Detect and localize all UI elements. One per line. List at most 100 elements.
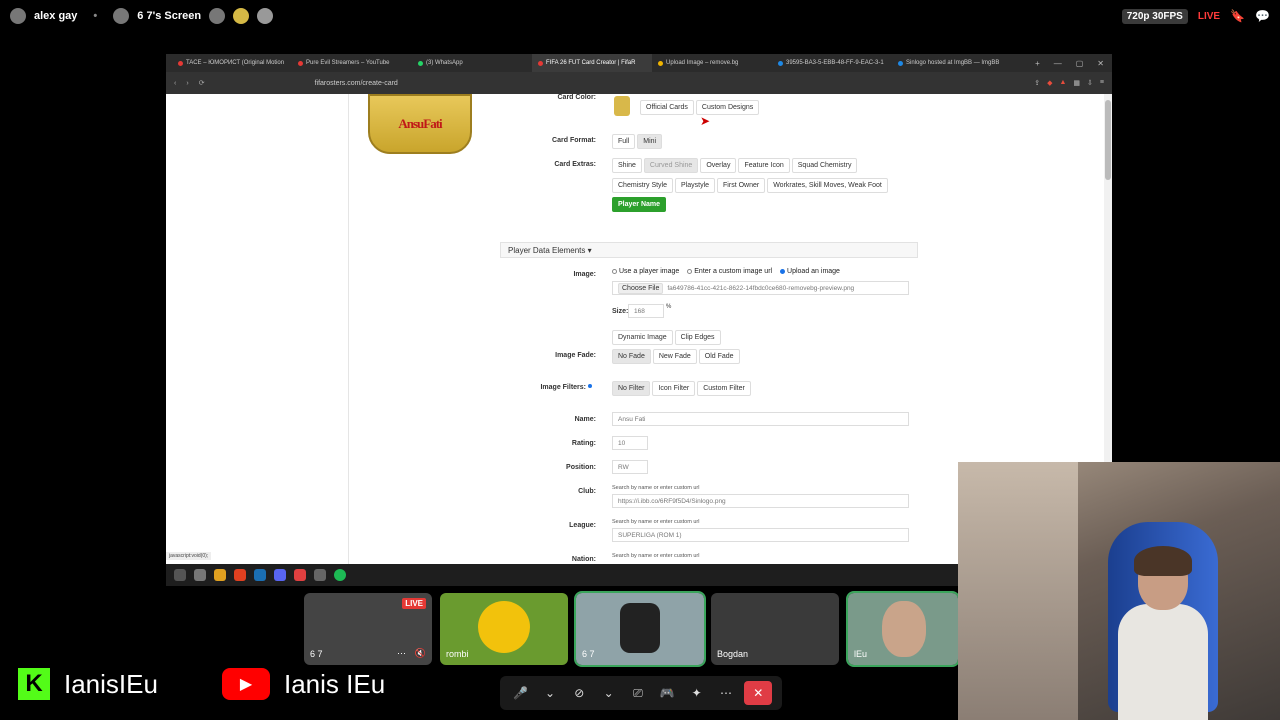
browser-tab[interactable]: (3) WhatsApp: [412, 54, 532, 72]
radio-icon: [612, 269, 617, 274]
brave-browser-icon[interactable]: [234, 569, 246, 581]
reload-icon[interactable]: ⟳: [199, 79, 205, 87]
extensions-icon[interactable]: ▦: [1073, 79, 1080, 87]
camera-off-icon[interactable]: ⊘: [568, 686, 590, 700]
divider: [348, 94, 349, 564]
participant-tile-screen[interactable]: LIVE 6 7 ⋯ 🔇: [304, 593, 432, 665]
file-name: fa649786-41cc-421c-8622-14fbdc0ce680-rem…: [667, 284, 855, 292]
bookmark-icon[interactable]: 🔖: [1230, 9, 1245, 23]
card-format-label: Card Format:: [552, 137, 596, 144]
menu-icon[interactable]: ≡: [1100, 79, 1104, 87]
file-upload-field[interactable]: Choose File fa649786-41cc-421c-8622-14fb…: [612, 281, 909, 295]
card-extras-label: Card Extras:: [554, 161, 596, 168]
official-cards-button[interactable]: Official Cards: [640, 100, 694, 115]
discord-icon[interactable]: [274, 569, 286, 581]
old-fade-button[interactable]: Old Fade: [698, 349, 740, 364]
streamer: [1118, 546, 1208, 720]
extra-workrates-button[interactable]: Workrates, Skill Moves, Weak Foot: [767, 178, 888, 193]
back-icon[interactable]: ‹: [174, 80, 176, 87]
browser-tab[interactable]: Sinlogo hosted at ImgBB — ImgBB: [892, 54, 1012, 72]
activity-icon[interactable]: 🎮: [656, 686, 678, 700]
extra-overlay-button[interactable]: Overlay: [700, 158, 737, 173]
screen-share-icon[interactable]: ⎚: [627, 686, 649, 701]
steam-icon[interactable]: [254, 569, 266, 581]
extra-chemistry-style-button[interactable]: Chemistry Style: [612, 178, 674, 193]
card-color-swatch[interactable]: [614, 96, 630, 116]
extra-feature-icon-button[interactable]: Feature Icon: [738, 158, 790, 173]
choose-file-button[interactable]: Choose File: [618, 282, 664, 294]
app-icon[interactable]: [294, 569, 306, 581]
file-explorer-icon[interactable]: [214, 569, 226, 581]
participant-tile[interactable]: Bogdan: [711, 593, 839, 665]
participant-name: 6 7: [310, 649, 323, 659]
tab-favicon-icon: [178, 60, 183, 66]
participant-tile[interactable]: 6 7: [574, 591, 706, 667]
format-mini-button[interactable]: Mini: [637, 134, 663, 149]
player-name-button[interactable]: Player Name: [612, 197, 667, 212]
extra-first-owner-button[interactable]: First Owner: [717, 178, 766, 193]
position-input[interactable]: RW: [612, 460, 648, 474]
extra-squad-chemistry-button[interactable]: Squad Chemistry: [791, 158, 858, 173]
browser-tab-active[interactable]: FIFA 26 FUT Card Creator | FifaR: [532, 54, 652, 72]
club-input[interactable]: https://i.ibb.co/6RF9f5D4/Sinlogo.png: [612, 494, 909, 508]
soundboard-icon[interactable]: ✦: [686, 686, 708, 700]
no-fade-button[interactable]: No Fade: [612, 349, 651, 364]
tab-favicon-icon: [658, 60, 663, 66]
download-icon[interactable]: ⇩: [1087, 79, 1093, 87]
url-field[interactable]: fifarosters.com/create-card: [315, 80, 398, 87]
extra-playstyle-button[interactable]: Playstyle: [675, 178, 716, 193]
mute-icon[interactable]: 🔇: [415, 648, 426, 659]
custom-filter-button[interactable]: Custom Filter: [697, 381, 751, 396]
icon-filter-button[interactable]: Icon Filter: [652, 381, 696, 396]
rewards-icon[interactable]: ▲: [1059, 79, 1066, 87]
forward-icon[interactable]: ›: [186, 80, 188, 87]
no-filter-button[interactable]: No Filter: [612, 381, 651, 396]
browser-tab[interactable]: Pure Evil Streamers – YouTube: [292, 54, 412, 72]
info-icon[interactable]: [588, 384, 592, 388]
browser-tab[interactable]: 39595-BA3-5-EBB-48-FF-9-EAC-3-1: [772, 54, 892, 72]
chat-icon[interactable]: 💬: [1255, 9, 1270, 23]
maximize-icon[interactable]: ▢: [1076, 59, 1084, 68]
viewer-avatar: [257, 8, 274, 24]
tab-favicon-icon: [298, 60, 303, 66]
format-full-button[interactable]: Full: [612, 134, 636, 149]
spotify-icon[interactable]: [334, 569, 346, 581]
new-tab-icon[interactable]: +: [1035, 59, 1040, 68]
brave-shield-icon[interactable]: ◆: [1047, 79, 1052, 87]
league-input[interactable]: SUPERLIGA (ROM 1): [612, 528, 909, 542]
radio-upload-image[interactable]: Upload an image: [780, 268, 840, 275]
rating-input[interactable]: 10: [612, 436, 648, 450]
dynamic-image-button[interactable]: Dynamic Image: [612, 330, 673, 345]
size-input[interactable]: 168: [628, 304, 664, 318]
browser-tab[interactable]: TACE – ЮМОРИСТ (Original Motion: [172, 54, 292, 72]
image-label: Image:: [573, 271, 596, 278]
new-fade-button[interactable]: New Fade: [652, 349, 697, 364]
stop-stream-icon[interactable]: ✕: [744, 681, 773, 705]
extra-curved-shine-button[interactable]: Curved Shine: [643, 158, 699, 173]
start-icon[interactable]: [174, 569, 186, 581]
more-icon[interactable]: ⋯: [715, 686, 737, 700]
microphone-icon[interactable]: 🎤: [510, 686, 532, 700]
clip-edges-button[interactable]: Clip Edges: [674, 330, 721, 345]
participant-tile[interactable]: rombi: [440, 593, 568, 665]
radio-custom-url[interactable]: Enter a custom image url: [687, 268, 772, 275]
chevron-down-icon[interactable]: ⌄: [539, 686, 561, 700]
avatar[interactable]: [10, 8, 26, 24]
more-icon[interactable]: ⋯: [397, 648, 406, 659]
extra-shine-button[interactable]: Shine: [612, 158, 642, 173]
tab-favicon-icon: [418, 60, 423, 66]
participant-name: Bogdan: [717, 649, 749, 659]
player-data-section-header[interactable]: Player Data Elements ▾: [500, 242, 918, 258]
app-icon[interactable]: [314, 569, 326, 581]
close-icon[interactable]: ✕: [1097, 59, 1104, 68]
chevron-down-icon[interactable]: ⌄: [598, 686, 620, 700]
radio-player-image[interactable]: Use a player image: [612, 268, 679, 275]
search-icon[interactable]: [194, 569, 206, 581]
browser-tab[interactable]: Upload Image – remove.bg: [652, 54, 772, 72]
scrollbar-thumb[interactable]: [1105, 100, 1111, 180]
custom-designs-button[interactable]: Custom Designs: [695, 100, 760, 115]
share-icon[interactable]: ⇪: [1034, 79, 1040, 87]
name-input[interactable]: Ansu Fati: [612, 412, 909, 426]
minimize-icon[interactable]: —: [1054, 59, 1062, 68]
participant-tile[interactable]: lEu: [846, 591, 960, 667]
